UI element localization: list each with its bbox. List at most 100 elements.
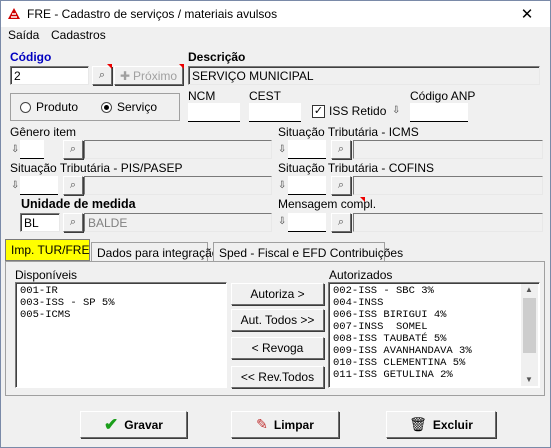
down-arrow-icon: ⇩ bbox=[278, 216, 287, 227]
disponiveis-label: Disponíveis bbox=[15, 268, 78, 282]
situacao-icms-description bbox=[353, 140, 543, 159]
title-bar: FRE - Cadastro de serviços / materiais a… bbox=[1, 1, 550, 27]
proximo-label: Próximo bbox=[133, 68, 178, 83]
search-icms-button[interactable]: ⌕ bbox=[331, 140, 351, 159]
tab-sped-fiscal[interactable]: Sped - Fiscal e EFD Contribuições bbox=[213, 242, 403, 262]
list-item[interactable]: 007-INSS SOMEL bbox=[333, 321, 521, 333]
close-button[interactable]: ✕ bbox=[504, 1, 550, 27]
list-item[interactable]: 003-ISS - SP 5% bbox=[20, 297, 222, 309]
proximo-button[interactable]: ✚ Próximo bbox=[114, 66, 183, 85]
limpar-label: Limpar bbox=[273, 417, 314, 432]
required-marker bbox=[179, 64, 184, 69]
codigo-input[interactable]: 2 bbox=[10, 66, 89, 85]
rev-todos-button[interactable]: << Rev.Todos bbox=[231, 366, 324, 388]
genero-item-description bbox=[84, 140, 272, 159]
binoculars-icon: ⌕ bbox=[337, 216, 345, 228]
scrollbar-thumb[interactable] bbox=[523, 298, 536, 353]
checkmark-icon: ✓ bbox=[313, 105, 324, 117]
tab-imp-tur-fre[interactable]: Imp. TUR/FRE bbox=[5, 239, 90, 261]
autorizados-list[interactable]: 002-ISS - SBC 3% 004-INSS 006-ISS BIRIGU… bbox=[328, 282, 540, 388]
unidade-code-input[interactable]: BL bbox=[20, 213, 60, 232]
search-cofins-button[interactable]: ⌕ bbox=[331, 176, 351, 195]
autorizados-label: Autorizados bbox=[329, 268, 393, 282]
trash-icon: 🗑 bbox=[409, 416, 427, 432]
ncm-label: NCM bbox=[188, 89, 216, 103]
descricao-input[interactable]: SERVIÇO MUNICIPAL bbox=[188, 66, 540, 85]
situacao-pis-label: Situação Tributária - PIS/PASEP bbox=[10, 161, 183, 175]
situacao-pis-input[interactable] bbox=[20, 176, 58, 195]
menu-saida[interactable]: Saída bbox=[8, 28, 39, 42]
list-item[interactable]: 001-IR bbox=[20, 285, 222, 297]
gravar-button[interactable]: ✔ Gravar bbox=[80, 411, 187, 438]
codigo-label: Código bbox=[10, 50, 52, 64]
binoculars-icon: ⌕ bbox=[69, 179, 77, 191]
search-mensagem-button[interactable]: ⌕ bbox=[331, 213, 351, 232]
list-item[interactable]: 004-INSS bbox=[333, 297, 521, 309]
list-item[interactable]: 011-ISS GETULINA 2% bbox=[333, 369, 521, 381]
binoculars-icon: ⌕ bbox=[69, 143, 77, 155]
limpar-button[interactable]: ✎ Limpar bbox=[231, 411, 339, 438]
close-icon: ✕ bbox=[520, 6, 534, 23]
situacao-icms-label: Situação Tributária - ICMS bbox=[278, 125, 419, 139]
revoga-button[interactable]: < Revoga bbox=[231, 337, 324, 359]
checkmark-icon: ✔ bbox=[104, 414, 119, 434]
scroll-up-icon[interactable]: ▲ bbox=[525, 285, 533, 294]
menu-bar: Saída Cadastros bbox=[1, 27, 550, 45]
menu-cadastros[interactable]: Cadastros bbox=[51, 28, 106, 42]
search-pis-button[interactable]: ⌕ bbox=[63, 176, 83, 195]
binoculars-icon: ⌕ bbox=[337, 143, 345, 155]
down-arrow-icon: ⇩ bbox=[11, 180, 20, 191]
produto-radio[interactable] bbox=[20, 102, 31, 113]
mensagem-description bbox=[353, 213, 543, 232]
main-window: FRE - Cadastro de serviços / materiais a… bbox=[0, 0, 551, 448]
ncm-input[interactable] bbox=[188, 103, 240, 122]
binoculars-icon: ⌕ bbox=[337, 179, 345, 191]
genero-item-label: Gênero item bbox=[10, 125, 77, 139]
list-item[interactable]: 009-ISS AVANHANDAVA 3% bbox=[333, 345, 521, 357]
cest-input[interactable] bbox=[249, 103, 301, 122]
descricao-label: Descrição bbox=[188, 50, 246, 64]
mensagem-input[interactable] bbox=[288, 213, 326, 232]
list-item[interactable]: 010-ISS CLEMENTINA 5% bbox=[333, 357, 521, 369]
gravar-label: Gravar bbox=[124, 417, 163, 432]
search-genero-button[interactable]: ⌕ bbox=[63, 140, 83, 159]
list-item[interactable]: 008-ISS TAUBATÉ 5% bbox=[333, 333, 521, 345]
list-item[interactable]: 002-ISS - SBC 3% bbox=[333, 285, 521, 297]
unidade-label: Unidade de medida bbox=[21, 197, 136, 211]
plus-icon: ✚ bbox=[119, 68, 131, 83]
disponiveis-list[interactable]: 001-IR 003-ISS - SP 5% 005-ICMS bbox=[15, 282, 227, 388]
eraser-icon: ✎ bbox=[256, 416, 268, 432]
autoriza-button[interactable]: Autoriza > bbox=[231, 283, 324, 305]
servico-label: Serviço bbox=[117, 100, 158, 114]
situacao-icms-input[interactable] bbox=[288, 140, 326, 159]
search-unidade-button[interactable]: ⌕ bbox=[63, 213, 83, 232]
scroll-down-icon[interactable]: ▼ bbox=[525, 375, 533, 384]
situacao-cofins-description bbox=[353, 176, 543, 195]
iss-retido-label: ISS Retido bbox=[329, 104, 387, 118]
tab-dados-integracao[interactable]: Dados para integração bbox=[91, 242, 218, 262]
down-arrow-icon: ⇩ bbox=[392, 105, 401, 116]
excluir-button[interactable]: 🗑 Excluir bbox=[386, 411, 496, 438]
down-arrow-icon: ⇩ bbox=[11, 144, 20, 155]
genero-item-input[interactable] bbox=[20, 140, 44, 159]
produto-label: Produto bbox=[36, 100, 79, 114]
aut-todos-button[interactable]: Aut. Todos >> bbox=[231, 309, 324, 331]
situacao-cofins-input[interactable] bbox=[288, 176, 326, 195]
unidade-description: BALDE bbox=[84, 213, 272, 232]
binoculars-icon: ⌕ bbox=[69, 216, 77, 228]
required-marker bbox=[107, 64, 112, 69]
down-arrow-icon: ⇩ bbox=[278, 180, 287, 191]
list-item[interactable]: 006-ISS BIRIGUI 4% bbox=[333, 309, 521, 321]
list-item[interactable]: 005-ICMS bbox=[20, 309, 222, 321]
situacao-pis-description bbox=[84, 176, 272, 195]
excluir-label: Excluir bbox=[432, 417, 473, 432]
autorizados-scrollbar[interactable]: ▲ ▼ bbox=[521, 284, 538, 386]
codigo-anp-label: Código ANP bbox=[410, 89, 476, 103]
servico-radio[interactable] bbox=[101, 102, 112, 113]
window-title: FRE - Cadastro de serviços / materiais a… bbox=[27, 7, 278, 21]
app-icon bbox=[8, 8, 20, 19]
situacao-cofins-label: Situação Tributária - COFINS bbox=[278, 161, 435, 175]
iss-retido-checkbox[interactable]: ✓ bbox=[312, 105, 325, 118]
cest-label: CEST bbox=[249, 89, 282, 103]
codigo-anp-input[interactable] bbox=[410, 103, 468, 122]
